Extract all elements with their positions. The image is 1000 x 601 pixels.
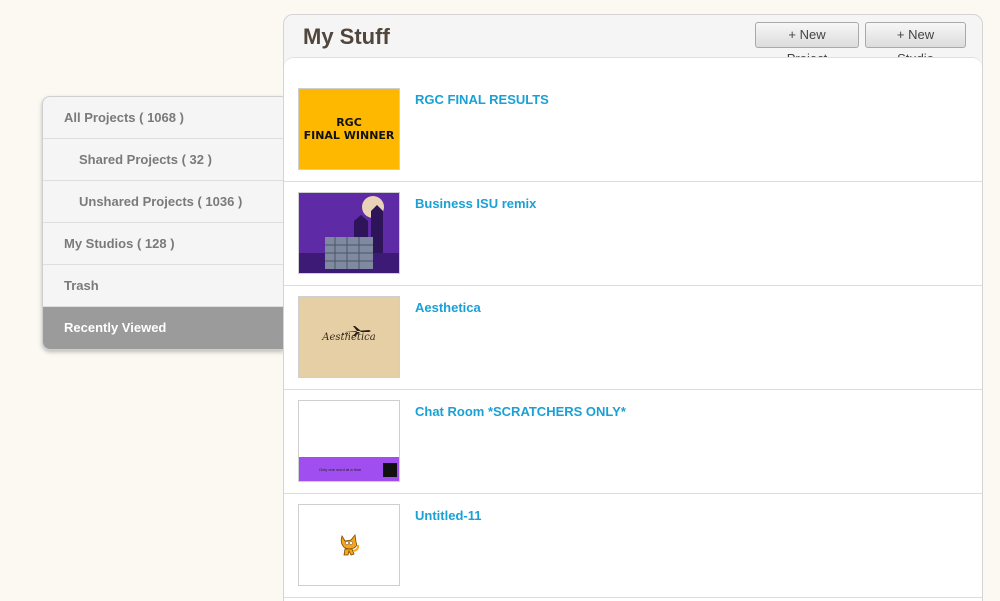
project-title-link[interactable]: Aesthetica: [415, 300, 481, 315]
sidebar: All Projects ( 1068 ) Shared Projects ( …: [42, 96, 284, 350]
thumbnail-bar: Only one word at a time: [299, 457, 399, 481]
sidebar-item-recently-viewed[interactable]: Recently Viewed: [43, 307, 284, 349]
project-row: Untitled-11: [284, 494, 982, 598]
project-title-link[interactable]: RGC FINAL RESULTS: [415, 92, 549, 107]
castle-scene-icon: [299, 193, 399, 273]
sidebar-item-trash[interactable]: Trash: [43, 265, 284, 307]
page-title: My Stuff: [303, 24, 390, 49]
scratch-cat-icon: [340, 534, 360, 556]
project-thumbnail[interactable]: Aesthetica: [298, 296, 400, 378]
new-project-button[interactable]: + New Project: [755, 22, 859, 66]
project-list: RGC FINAL WINNER RGC FINAL RESULTS Busin…: [284, 57, 982, 601]
project-title-link[interactable]: Business ISU remix: [415, 196, 536, 211]
new-studio-button[interactable]: + New Studio: [865, 22, 966, 66]
project-row: Aesthetica Aesthetica: [284, 286, 982, 390]
project-row: Only one word at a time Chat Room *SCRAT…: [284, 390, 982, 494]
project-thumbnail[interactable]: [298, 192, 400, 274]
project-thumbnail[interactable]: [298, 504, 400, 586]
project-thumbnail[interactable]: RGC FINAL WINNER: [298, 88, 400, 170]
project-row: Business ISU remix: [284, 182, 982, 286]
sidebar-item-all-projects[interactable]: All Projects ( 1068 ): [43, 97, 284, 139]
panel-header: My Stuff + New Project + New Studio: [284, 15, 982, 66]
project-title-link[interactable]: Chat Room *SCRATCHERS ONLY*: [415, 404, 626, 419]
thumbnail-text: FINAL WINNER: [303, 129, 395, 142]
sidebar-item-shared-projects[interactable]: Shared Projects ( 32 ): [43, 139, 284, 181]
sidebar-item-my-studios[interactable]: My Studios ( 128 ): [43, 223, 284, 265]
thumbnail-button-shape: [383, 463, 397, 477]
sidebar-item-unshared-projects[interactable]: Unshared Projects ( 1036 ): [43, 181, 284, 223]
project-row: RGC FINAL WINNER RGC FINAL RESULTS: [284, 58, 982, 182]
project-title-link[interactable]: Untitled-11: [415, 508, 481, 523]
airplane-icon: [343, 326, 371, 336]
project-thumbnail[interactable]: Only one word at a time: [298, 400, 400, 482]
thumbnail-text: Only one word at a time: [319, 467, 362, 472]
main-panel: My Stuff + New Project + New Studio RGC …: [283, 14, 983, 601]
thumbnail-text: RGC: [336, 116, 362, 129]
